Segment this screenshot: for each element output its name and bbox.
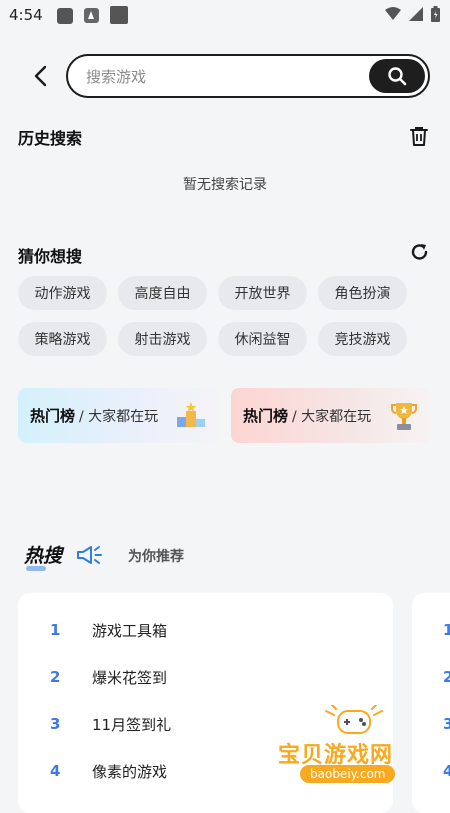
tag-chip[interactable]: 竞技游戏 xyxy=(318,322,407,356)
tag-chip[interactable]: 射击游戏 xyxy=(118,322,207,356)
rank-number: 4 xyxy=(50,762,61,780)
tag-chip[interactable]: 策略游戏 xyxy=(18,322,107,356)
rank-number: 1 xyxy=(50,621,61,639)
rank-card-hot-2[interactable]: 热门榜 / 大家都在玩 xyxy=(231,388,431,443)
rank-card-subtitle: / 大家都在玩 xyxy=(292,408,372,425)
megaphone-icon xyxy=(77,546,102,564)
tag-chip[interactable]: 高度自由 xyxy=(118,276,207,310)
tag-chip[interactable]: 开放世界 xyxy=(218,276,307,310)
refresh-icon xyxy=(411,244,428,260)
trash-icon xyxy=(410,127,428,146)
history-empty-text: 暂无搜索记录 xyxy=(183,177,267,193)
signal-icon xyxy=(409,7,423,21)
notification-icon xyxy=(57,8,73,24)
list-item[interactable]: 3 11月签到礼 xyxy=(18,712,171,736)
android-icon xyxy=(84,8,99,23)
watermark-logo: 宝贝游戏网 baobeiy.com xyxy=(278,705,428,785)
search-input[interactable] xyxy=(84,56,358,98)
guess-title: 猜你想搜 xyxy=(18,247,83,266)
list-item[interactable]: 2 爆米花签到 xyxy=(18,665,167,689)
wifi-icon xyxy=(385,7,401,20)
chevron-left-icon xyxy=(34,65,47,87)
rank-card-title: 热门榜 xyxy=(243,407,289,425)
guess-tags: 动作游戏 高度自由 开放世界 角色扮演 策略游戏 射击游戏 休闲益智 竞技游戏 xyxy=(18,276,432,356)
rank-card-title: 热门榜 xyxy=(30,407,76,425)
rank-number: 3 xyxy=(50,715,61,733)
trophy-icon xyxy=(391,403,417,430)
rank-number: 2 xyxy=(443,668,450,686)
tag-chip[interactable]: 动作游戏 xyxy=(18,276,107,310)
back-button[interactable] xyxy=(26,62,54,90)
game-name: 游戏工具箱 xyxy=(92,621,168,640)
status-indicators xyxy=(385,6,440,22)
rank-number: 2 xyxy=(50,668,61,686)
app-notification-icon xyxy=(110,6,128,24)
history-title: 历史搜索 xyxy=(18,129,83,148)
refresh-button[interactable] xyxy=(410,242,430,266)
game-name: 爆米花签到 xyxy=(92,668,168,687)
list-item[interactable]: 1 游戏工具箱 xyxy=(18,618,167,642)
clear-history-button[interactable] xyxy=(410,126,428,150)
rank-number: 4 xyxy=(443,762,450,780)
tag-chip[interactable]: 休闲益智 xyxy=(218,322,307,356)
status-bar: 4:54 xyxy=(0,0,450,32)
game-name: 11月签到礼 xyxy=(92,715,172,734)
rank-card-hot[interactable]: 热门榜 / 大家都在玩 xyxy=(18,388,218,443)
list-item[interactable]: 4 像素的游戏 xyxy=(18,759,167,783)
rank-card-subtitle: / 大家都在玩 xyxy=(79,408,159,425)
rank-number: 1 xyxy=(443,621,450,639)
tag-chip[interactable]: 角色扮演 xyxy=(318,276,407,310)
tab-hot-search[interactable]: 热搜 xyxy=(24,541,62,568)
search-icon xyxy=(388,67,407,86)
battery-icon xyxy=(431,6,440,22)
rank-number: 3 xyxy=(443,715,450,733)
tab-recommended[interactable]: 为你推荐 xyxy=(128,546,184,566)
search-button[interactable] xyxy=(369,59,425,93)
gamepad-icon xyxy=(325,705,383,734)
podium-icon xyxy=(177,402,205,427)
tab-active-indicator xyxy=(26,566,46,571)
search-box xyxy=(66,54,430,98)
watermark-url: baobeiy.com xyxy=(300,765,396,783)
game-name: 像素的游戏 xyxy=(92,762,168,781)
status-time: 4:54 xyxy=(9,6,43,24)
